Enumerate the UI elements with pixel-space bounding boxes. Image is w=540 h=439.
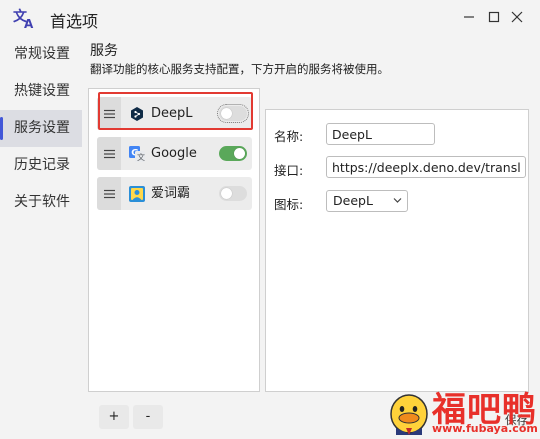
- service-toggle-google[interactable]: [219, 146, 247, 161]
- endpoint-label: 接口:: [274, 163, 304, 178]
- service-toggle-iciba[interactable]: [219, 186, 247, 201]
- icon-select[interactable]: DeepL: [326, 190, 408, 212]
- service-list: DeepL G 文 Google 爱词霸: [88, 88, 260, 392]
- sidebar-item-hotkeys[interactable]: 热键设置: [0, 73, 82, 110]
- service-row-iciba[interactable]: 爱词霸: [97, 177, 252, 210]
- deepl-icon: [131, 107, 143, 121]
- service-name: DeepL: [151, 106, 193, 121]
- chevron-down-icon: [393, 198, 402, 203]
- maximize-icon[interactable]: [487, 10, 501, 24]
- sidebar-item-about[interactable]: 关于软件: [0, 184, 82, 221]
- service-toggle-deepl[interactable]: [217, 104, 249, 123]
- drag-handle-icon[interactable]: [97, 177, 121, 210]
- watermark-url: www.fubaya.com: [432, 422, 538, 435]
- endpoint-field[interactable]: [326, 156, 526, 178]
- service-name: Google: [151, 146, 197, 161]
- service-name: 爱词霸: [151, 186, 191, 201]
- sidebar-item-history[interactable]: 历史记录: [0, 147, 82, 184]
- svg-text:A: A: [24, 17, 34, 29]
- remove-service-button[interactable]: -: [133, 405, 163, 429]
- section-description: 翻译功能的核心服务支持配置，下方开启的服务将被使用。: [90, 62, 389, 76]
- close-icon[interactable]: [510, 10, 524, 24]
- name-label: 名称:: [274, 129, 304, 144]
- duck-logo-icon: [390, 394, 428, 435]
- iciba-icon: [129, 186, 145, 202]
- service-row-google[interactable]: G 文 Google: [97, 137, 252, 170]
- name-field[interactable]: [326, 123, 435, 145]
- drag-handle-icon[interactable]: [97, 97, 121, 130]
- service-row-deepl[interactable]: DeepL: [97, 97, 252, 130]
- sidebar-item-services[interactable]: 服务设置: [0, 110, 82, 147]
- sidebar-item-general[interactable]: 常规设置: [0, 36, 82, 73]
- add-service-button[interactable]: +: [99, 405, 129, 429]
- drag-handle-icon[interactable]: [97, 137, 121, 170]
- translate-app-icon: 文 A: [13, 8, 34, 29]
- icon-label: 图标:: [274, 197, 304, 212]
- service-detail-panel: 名称: 接口: 图标: DeepL: [265, 109, 529, 392]
- section-title: 服务: [90, 43, 118, 59]
- icon-select-value: DeepL: [333, 193, 373, 208]
- title-bar: 文 A 首选项: [0, 0, 540, 36]
- sidebar: 常规设置 热键设置 服务设置 历史记录 关于软件: [0, 36, 82, 221]
- watermark: 福吧鸭 www.fubaya.com: [384, 382, 540, 439]
- minimize-icon[interactable]: [462, 10, 476, 24]
- window-title: 首选项: [50, 12, 99, 31]
- svg-text:文: 文: [137, 152, 145, 162]
- google-translate-icon: G 文: [129, 146, 145, 162]
